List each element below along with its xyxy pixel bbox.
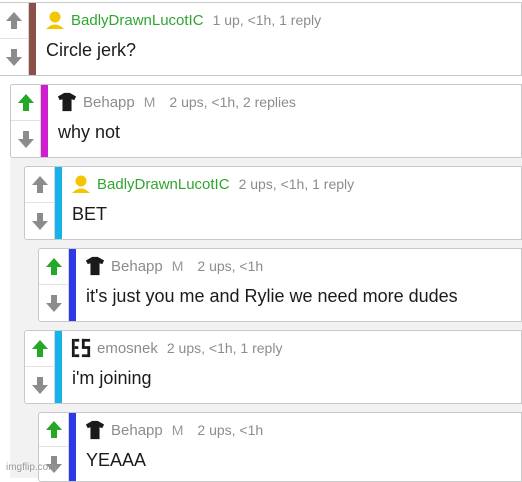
comment-text: why not (58, 122, 121, 142)
yellow-user-icon[interactable] (71, 174, 91, 194)
vote-controls (0, 3, 29, 75)
black-shirt-icon[interactable] (85, 256, 105, 276)
comment-thread-bar (55, 167, 62, 239)
downvote-arrow-icon[interactable] (11, 121, 40, 157)
downvote-arrow-icon[interactable] (25, 367, 54, 403)
comment-header: BadlyDrawnLucotIC 1 up, <1h, 1 reply (45, 10, 515, 30)
comment: Behapp M 2 ups, <1h, 2 replies why not (10, 84, 522, 158)
upvote-arrow-icon[interactable] (39, 249, 68, 285)
comment-text: YEAAA (86, 450, 147, 470)
comment-meta: 2 ups, <1h, 1 reply (238, 176, 355, 192)
comment-username[interactable]: Behapp (83, 94, 135, 111)
comment-header: emosnek 2 ups, <1h, 1 reply (71, 338, 515, 358)
downvote-arrow-icon[interactable] (25, 203, 54, 239)
comment-header: Behapp M 2 ups, <1h (85, 420, 515, 440)
comment-thread-bar (29, 3, 36, 75)
comment-thread-bar (41, 85, 48, 157)
mod-badge: M (171, 258, 184, 274)
upvote-arrow-icon[interactable] (25, 331, 54, 367)
upvote-arrow-icon[interactable] (0, 3, 28, 39)
mod-badge: M (171, 422, 184, 438)
comment-meta: 2 ups, <1h (197, 258, 264, 274)
comment-text: BET (72, 204, 108, 224)
comment-username[interactable]: BadlyDrawnLucotIC (97, 176, 230, 193)
upvote-arrow-icon[interactable] (25, 167, 54, 203)
comment-thread-bar (55, 331, 62, 403)
comment-thread-bar (69, 249, 76, 321)
mod-badge: M (143, 94, 156, 110)
downvote-arrow-icon[interactable] (0, 39, 28, 75)
comment-username[interactable]: BadlyDrawnLucotIC (71, 12, 204, 29)
vote-controls (25, 167, 55, 239)
comment-text: i'm joining (72, 368, 152, 388)
black-shirt-icon[interactable] (57, 92, 77, 112)
comment-header: BadlyDrawnLucotIC 2 ups, <1h, 1 reply (71, 174, 515, 194)
comment: BadlyDrawnLucotIC 2 ups, <1h, 1 reply BET (24, 166, 522, 240)
imgflip-watermark: imgflip.com (6, 462, 57, 473)
comment-meta: 2 ups, <1h, 2 replies (169, 94, 296, 110)
comment-text: it's just you me and Rylie we need more … (86, 286, 458, 306)
vote-controls (25, 331, 55, 403)
comment-username[interactable]: emosnek (97, 340, 158, 357)
comment: Behapp M 2 ups, <1h it's just you me and Ry… (38, 248, 522, 322)
comment-header: Behapp M 2 ups, <1h, 2 replies (57, 92, 515, 112)
black-shirt-icon[interactable] (85, 420, 105, 440)
upvote-arrow-icon[interactable] (11, 85, 40, 121)
yellow-user-icon[interactable] (45, 10, 65, 30)
comment-thread-bar (69, 413, 76, 481)
comment-meta: 1 up, <1h, 1 reply (212, 12, 322, 28)
comment-username[interactable]: Behapp (111, 422, 163, 439)
comment-text: Circle jerk? (46, 40, 137, 60)
downvote-arrow-icon[interactable] (39, 285, 68, 321)
comment: emosnek 2 ups, <1h, 1 reply i'm joining (24, 330, 522, 404)
upvote-arrow-icon[interactable] (39, 413, 68, 447)
vote-controls (39, 249, 69, 321)
comment-username[interactable]: Behapp (111, 258, 163, 275)
comment-meta: 2 ups, <1h, 1 reply (166, 340, 283, 356)
comment: Behapp M 2 ups, <1h YEAAA (38, 412, 522, 482)
comment-meta: 2 ups, <1h (197, 422, 264, 438)
comment-header: Behapp M 2 ups, <1h (85, 256, 515, 276)
comment: BadlyDrawnLucotIC 1 up, <1h, 1 reply Circl… (0, 2, 522, 76)
vote-controls (11, 85, 41, 157)
black-pixel-avatar-icon[interactable] (71, 338, 91, 358)
